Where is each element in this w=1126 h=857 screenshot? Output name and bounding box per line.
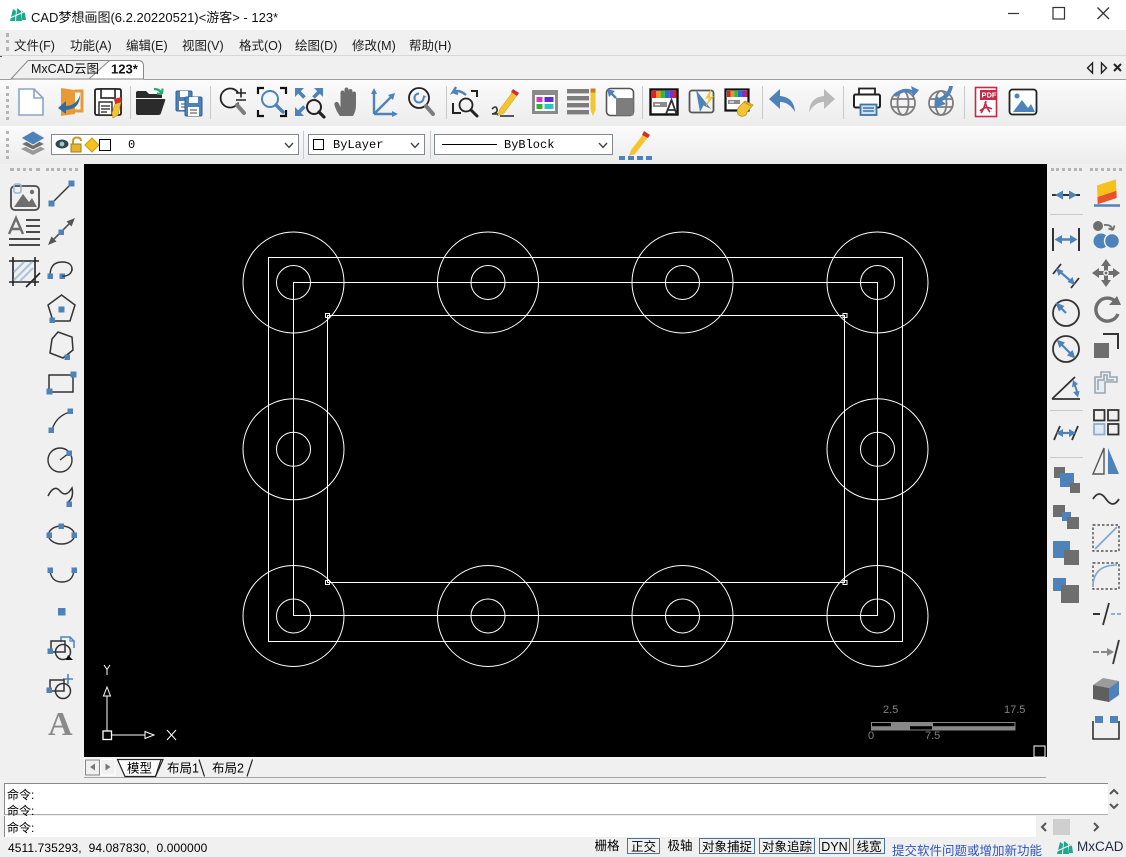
svg-text:模型: 模型	[127, 762, 152, 776]
svg-text:17.5: 17.5	[1004, 704, 1025, 716]
svg-text:布局1: 布局1	[167, 762, 199, 776]
svg-text:MxCAD云图: MxCAD云图	[31, 62, 99, 76]
svg-text:2.5: 2.5	[883, 704, 898, 716]
svg-text:0: 0	[868, 730, 874, 742]
svg-text:7.5: 7.5	[925, 730, 940, 742]
svg-text:PDF: PDF	[981, 91, 996, 100]
svg-text:布局2: 布局2	[212, 762, 244, 776]
svg-text:123*: 123*	[111, 62, 139, 77]
